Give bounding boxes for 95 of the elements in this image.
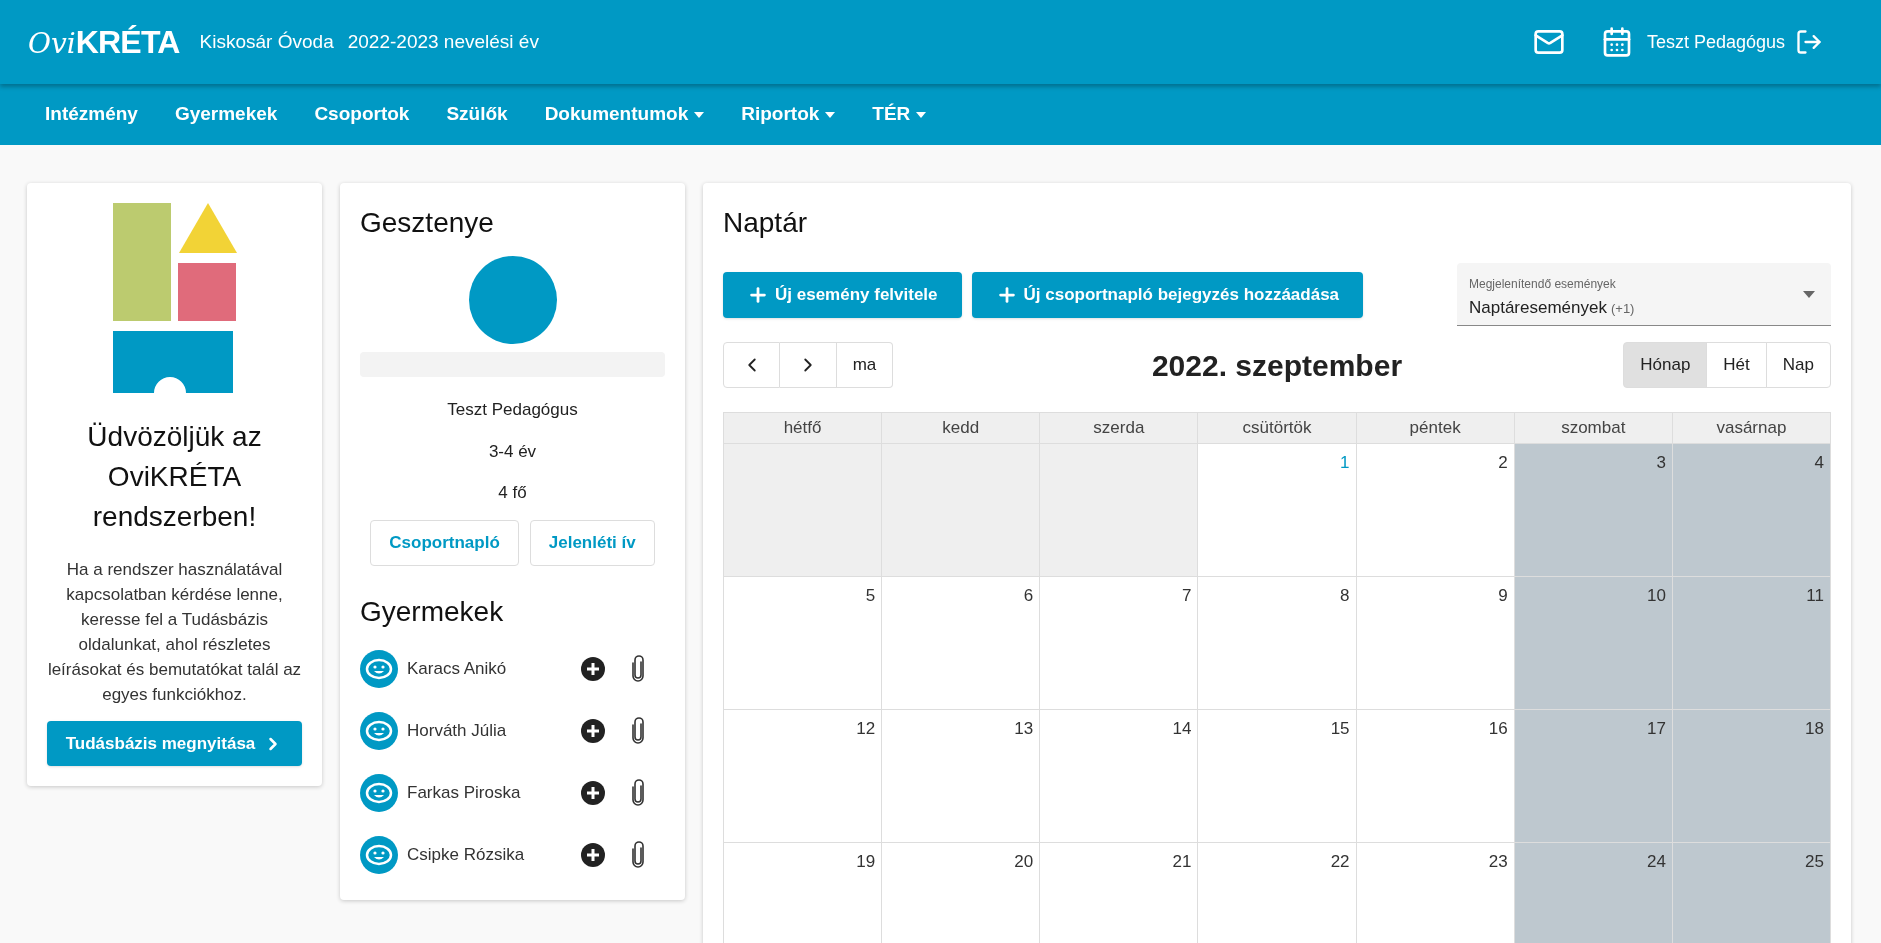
view-tab[interactable]: Nap bbox=[1765, 342, 1831, 388]
paperclip-icon[interactable] bbox=[631, 654, 645, 683]
day-cell[interactable] bbox=[1040, 444, 1199, 577]
caret-icon bbox=[1803, 291, 1815, 298]
group-title: Gesztenye bbox=[360, 206, 495, 240]
child-avatar-icon bbox=[360, 835, 398, 874]
day-cell[interactable]: 11 bbox=[1672, 577, 1831, 710]
day-cell[interactable]: 12 bbox=[724, 710, 883, 843]
child-name[interactable]: Horváth Júlia bbox=[407, 717, 581, 744]
day-number: 16 bbox=[1488, 718, 1508, 740]
school-year: 2022-2023 nevelési év bbox=[347, 29, 539, 54]
child-name[interactable]: Karacs Anikó bbox=[407, 655, 581, 682]
day-number: 13 bbox=[1014, 718, 1034, 740]
child-name[interactable]: Farkas Piroska bbox=[407, 779, 581, 806]
select-value: Naptáresemények bbox=[1469, 297, 1607, 319]
select-label: Megjelenítendő események bbox=[1469, 276, 1617, 293]
day-cell[interactable]: 7 bbox=[1040, 577, 1199, 710]
event-filter-select[interactable]: Megjelenítendő események Naptáresemények (+1) bbox=[1457, 263, 1831, 326]
day-cell[interactable]: 24 bbox=[1514, 843, 1673, 943]
weekday-header: péntek bbox=[1356, 413, 1515, 444]
day-cell[interactable]: 5 bbox=[724, 577, 883, 710]
calendar-title: Naptár bbox=[723, 206, 809, 240]
day-cell[interactable]: 10 bbox=[1514, 577, 1673, 710]
today-button[interactable]: ma bbox=[837, 342, 893, 388]
plus-icon bbox=[747, 284, 769, 306]
day-number: 5 bbox=[865, 585, 876, 607]
month-title: 2022. szeptember bbox=[1150, 347, 1404, 384]
child-avatar-icon bbox=[360, 649, 398, 688]
weekday-header: szerda bbox=[1040, 413, 1199, 444]
day-number: 24 bbox=[1646, 851, 1666, 873]
select-extra-count: (+1) bbox=[1610, 300, 1635, 318]
add-icon[interactable] bbox=[581, 656, 605, 681]
children-title: Gyermekek bbox=[360, 594, 505, 629]
day-cell[interactable]: 9 bbox=[1356, 577, 1515, 710]
day-cell[interactable]: 25 bbox=[1672, 843, 1831, 943]
view-tab[interactable]: Hónap bbox=[1623, 342, 1708, 388]
age-range: 3-4 év bbox=[488, 440, 537, 463]
day-number: 14 bbox=[1172, 718, 1192, 740]
welcome-heading: Üdvözöljük az OviKRÉTA rendszerben! bbox=[86, 420, 263, 534]
day-number: 9 bbox=[1498, 585, 1508, 607]
day-cell[interactable]: 13 bbox=[882, 710, 1041, 843]
weekday-header: szombat bbox=[1514, 413, 1673, 444]
weekday-header: csütörtök bbox=[1198, 413, 1357, 444]
day-number: 20 bbox=[1014, 851, 1034, 873]
day-number: 10 bbox=[1646, 585, 1666, 607]
caret-icon bbox=[916, 111, 927, 118]
paperclip-icon[interactable] bbox=[631, 840, 645, 869]
institution-name: Kiskosár Óvoda bbox=[199, 29, 334, 54]
day-cell[interactable] bbox=[724, 444, 883, 577]
day-number: 21 bbox=[1172, 851, 1192, 873]
paperclip-icon[interactable] bbox=[631, 716, 645, 745]
logout-icon[interactable] bbox=[1795, 28, 1823, 56]
day-cell[interactable]: 16 bbox=[1356, 710, 1515, 843]
day-cell[interactable]: 8 bbox=[1198, 577, 1357, 710]
day-number: 23 bbox=[1488, 851, 1508, 873]
welcome-text: Ha a rendszer használatával kapcsolatban kérdése lenne, keresse fel a Tudásbázis oldalunkat, ahol részletes leírásokat és bemutatókat talál az egyes funkciókhoz. bbox=[47, 559, 302, 706]
day-number: 15 bbox=[1330, 718, 1350, 740]
day-number: 8 bbox=[1340, 585, 1350, 607]
day-number: 1 bbox=[1340, 452, 1350, 474]
child-avatar-icon bbox=[360, 773, 398, 812]
paperclip-icon[interactable] bbox=[631, 778, 645, 807]
weekday-header: kedd bbox=[882, 413, 1041, 444]
day-cell[interactable]: 3 bbox=[1514, 444, 1673, 577]
day-cell[interactable]: 18 bbox=[1672, 710, 1831, 843]
day-number: 17 bbox=[1646, 718, 1666, 740]
caret-icon bbox=[825, 111, 836, 118]
day-number: 22 bbox=[1330, 851, 1350, 873]
add-icon[interactable] bbox=[581, 842, 605, 867]
day-number: 6 bbox=[1023, 585, 1034, 607]
day-number: 18 bbox=[1805, 718, 1824, 740]
day-number: 19 bbox=[856, 851, 876, 873]
day-cell[interactable]: 17 bbox=[1514, 710, 1673, 843]
day-number: 4 bbox=[1814, 452, 1824, 474]
add-icon[interactable] bbox=[581, 718, 605, 743]
child-name[interactable]: Csipke Rózsika bbox=[407, 841, 581, 868]
day-number: 11 bbox=[1806, 585, 1824, 607]
weekday-header: hétfő bbox=[724, 413, 883, 444]
child-avatar-icon bbox=[360, 711, 398, 750]
day-number: 25 bbox=[1805, 851, 1824, 873]
day-cell[interactable] bbox=[882, 444, 1041, 577]
caret-icon bbox=[694, 111, 705, 118]
day-number: 2 bbox=[1498, 452, 1508, 474]
day-cell[interactable]: 4 bbox=[1672, 444, 1831, 577]
day-number: 3 bbox=[1656, 452, 1666, 474]
weekday-header: vasárnap bbox=[1672, 413, 1831, 444]
child-count: 4 fő bbox=[498, 482, 527, 504]
day-cell[interactable]: 15 bbox=[1198, 710, 1357, 843]
day-number: 12 bbox=[856, 718, 876, 740]
day-cell[interactable]: 6 bbox=[882, 577, 1041, 710]
teacher-name: Teszt Pedagógus bbox=[447, 399, 578, 421]
day-number: 7 bbox=[1181, 585, 1192, 607]
day-cell[interactable]: 2 bbox=[1356, 444, 1515, 577]
view-tab[interactable]: Hét bbox=[1706, 342, 1767, 388]
day-cell[interactable]: 14 bbox=[1040, 710, 1199, 843]
add-icon[interactable] bbox=[581, 780, 605, 805]
